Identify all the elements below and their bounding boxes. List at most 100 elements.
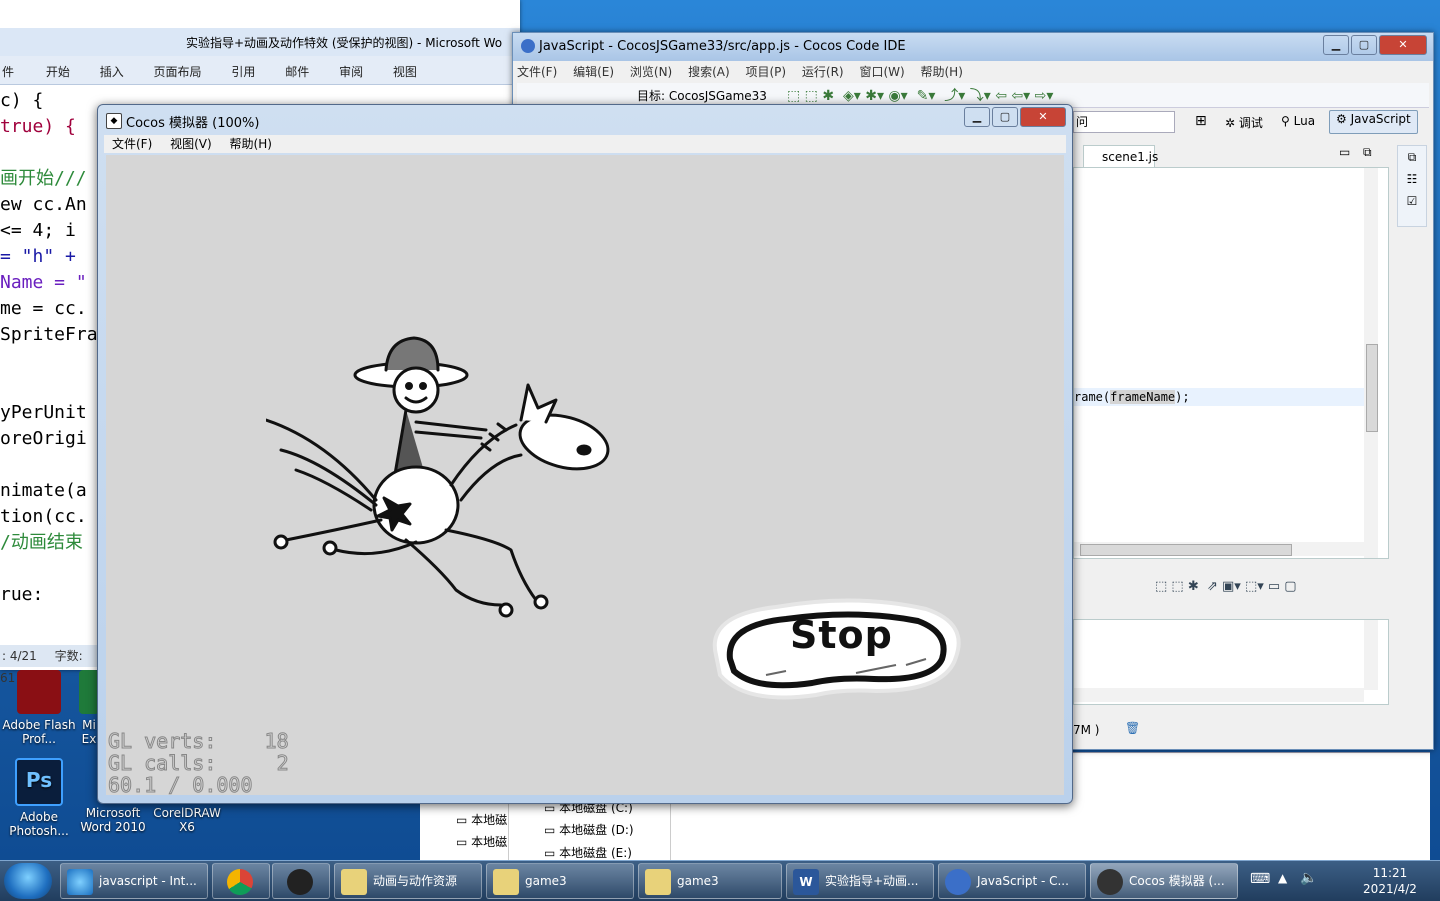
- ribbon-tab-mailings[interactable]: 邮件: [285, 63, 309, 80]
- ide-titlebar: JavaScript - CocosJSGame33/src/app.js - …: [513, 33, 1433, 61]
- clock-date: 2021/4/2: [1363, 882, 1417, 896]
- ribbon-tab-insert[interactable]: 插入: [100, 63, 124, 80]
- desktop-icon-label: Adobe Flash Prof...: [2, 718, 76, 746]
- game-canvas[interactable]: Stop GL verts: 18 GL calls: 2 60.1 / 0.000: [106, 155, 1064, 795]
- menu-edit[interactable]: 编辑(E): [573, 65, 614, 79]
- code-line: ew cc.An: [0, 194, 87, 215]
- tray-expand-icon[interactable]: ▲: [1278, 871, 1287, 885]
- menu-run[interactable]: 运行(R): [802, 65, 844, 79]
- taskbar-item-folder[interactable]: 动画与动作资源: [334, 863, 482, 899]
- maximize-button[interactable]: ▢: [992, 107, 1018, 127]
- clock[interactable]: 11:21 2021/4/2: [1350, 865, 1430, 897]
- vertical-scrollbar[interactable]: [1364, 620, 1378, 690]
- console-view[interactable]: [1073, 619, 1389, 705]
- code-line: <= 4; i: [0, 220, 76, 241]
- trash-icon[interactable]: 🗑: [1125, 721, 1140, 735]
- menu-navigate[interactable]: 浏览(N): [630, 65, 672, 79]
- nox-icon: [287, 868, 313, 895]
- taskbar-item-ide[interactable]: JavaScript - C...: [938, 863, 1086, 899]
- simulator-menubar: 文件(F) 视图(V) 帮助(H): [104, 135, 1066, 153]
- word-document-text: c) { true) { 画开始/// ew cc.An <= 4; i = "…: [0, 88, 100, 648]
- close-button[interactable]: ✕: [1020, 107, 1066, 127]
- taskbar-item-ie[interactable]: javascript - Int...: [60, 863, 208, 899]
- quick-access-input[interactable]: 问: [1073, 111, 1175, 133]
- volume-icon[interactable]: 🔈: [1300, 870, 1317, 886]
- cocos-ide-icon: [521, 39, 535, 53]
- taskbar-item-folder[interactable]: game3: [486, 863, 634, 899]
- outline-icon[interactable]: ⧉ ☷ ☑: [1398, 146, 1426, 212]
- folder-icon: [341, 868, 367, 895]
- ide-title: JavaScript - CocosJSGame33/src/app.js - …: [539, 39, 906, 54]
- keyboard-icon[interactable]: ⌨: [1250, 871, 1270, 887]
- editor-maximize-icon[interactable]: ⧉: [1363, 145, 1372, 160]
- code-line: Name = ": [0, 272, 87, 293]
- menu-search[interactable]: 搜索(A): [688, 65, 730, 79]
- menu-file[interactable]: 文件(F): [112, 137, 152, 151]
- taskbar-item-simulator[interactable]: Cocos 模拟器 (...: [1090, 863, 1238, 899]
- code-line: true) {: [0, 116, 76, 137]
- ie-icon: [67, 868, 93, 895]
- simulator-title: Cocos 模拟器 (100%): [126, 116, 260, 131]
- taskbar-item-folder[interactable]: game3: [638, 863, 782, 899]
- desktop-icon-label: Adobe Photosh...: [9, 810, 69, 838]
- vertical-scrollbar[interactable]: [1364, 168, 1378, 558]
- minimize-button[interactable]: ▁: [964, 107, 990, 127]
- editor-tab[interactable]: scene1.js: [1083, 145, 1158, 168]
- menu-view[interactable]: 视图(V): [170, 137, 212, 151]
- desktop-icon-label: Microsoft Word 2010: [80, 806, 146, 834]
- menu-file[interactable]: 文件(F): [517, 65, 557, 79]
- taskbar-item-nox[interactable]: [272, 863, 330, 899]
- ribbon-tab-review[interactable]: 审阅: [339, 63, 363, 80]
- open-perspective-icon[interactable]: ⊞: [1195, 113, 1207, 129]
- editor-minimize-icon[interactable]: ▭: [1339, 145, 1350, 159]
- drive-item[interactable]: ▭ 本地磁: [456, 811, 507, 828]
- minimize-button[interactable]: ▁: [1323, 35, 1349, 55]
- ide-menubar: 文件(F) 编辑(E) 浏览(N) 搜索(A) 项目(P) 运行(R) 窗口(W…: [517, 63, 1429, 83]
- menu-help[interactable]: 帮助(H): [230, 137, 272, 151]
- perspective-debug[interactable]: ✲ 调试: [1225, 114, 1263, 131]
- drive-item[interactable]: ▭ 本地磁: [456, 833, 507, 850]
- console-toolbar-icons[interactable]: ⬚ ⬚ ✱ ⇗ ▣▾ ⬚▾ ▭ ▢: [1155, 579, 1297, 594]
- taskbar-item-word[interactable]: W 实验指导+动画...: [786, 863, 934, 899]
- desktop-icon-label: CorelDRAW X6: [153, 806, 221, 834]
- taskbar-item-chrome[interactable]: [212, 863, 270, 899]
- ribbon-tab-home[interactable]: 开始: [46, 63, 70, 80]
- drive-d[interactable]: ▭ 本地磁盘 (D:): [544, 821, 634, 838]
- close-button[interactable]: ✕: [1379, 35, 1427, 55]
- desktop-icon-flash[interactable]: Adobe Flash Prof...: [0, 670, 78, 746]
- horizontal-scrollbar[interactable]: [1074, 688, 1364, 702]
- code-line: c) {: [0, 90, 44, 111]
- stop-button[interactable]: Stop: [706, 595, 964, 705]
- scrollbar-thumb[interactable]: [1366, 344, 1378, 432]
- code-line: /动画结束: [0, 532, 83, 553]
- perspective-lua[interactable]: ⚲ Lua: [1281, 114, 1315, 128]
- code-line: yPerUnit: [0, 402, 87, 423]
- maximize-button[interactable]: ▢: [1351, 35, 1377, 55]
- code-line: nimate(a: [0, 480, 87, 501]
- perspective-javascript[interactable]: ⚙ JavaScript: [1329, 110, 1418, 134]
- fps-stats: GL verts: 18 GL calls: 2 60.1 / 0.000: [108, 730, 290, 796]
- menu-help[interactable]: 帮助(H): [921, 65, 963, 79]
- code-line: me = cc.: [0, 298, 87, 319]
- code-line: 画开始///: [0, 168, 87, 189]
- desktop-icon-photoshop[interactable]: Ps Adobe Photosh...: [0, 758, 78, 838]
- toolbar-icons[interactable]: ⬚ ⬚ ✱ ◈▾ ✱▾ ◉▾ ✎▾ ⤴▾ ⤵▾ ⇦ ⇦▾ ⇨▾: [787, 85, 1053, 105]
- ribbon-tab-file[interactable]: 件: [2, 63, 14, 80]
- target-selector[interactable]: 目标: CocosJSGame33: [637, 87, 767, 104]
- excel-icon: [79, 670, 99, 714]
- ribbon-tab-references[interactable]: 引用: [231, 63, 255, 80]
- drive-e[interactable]: ▭ 本地磁盘 (E:): [544, 844, 632, 861]
- horizontal-scrollbar[interactable]: [1074, 542, 1364, 556]
- stats-calls: GL calls: 2: [108, 751, 290, 775]
- start-button[interactable]: [4, 863, 52, 899]
- code-editor[interactable]: rame(frameName);: [1073, 167, 1389, 559]
- menu-project[interactable]: 项目(P): [745, 65, 786, 79]
- cocos-sim-icon: ◆: [106, 113, 122, 129]
- scrollbar-thumb[interactable]: [1080, 544, 1292, 556]
- menu-window[interactable]: 窗口(W): [859, 65, 904, 79]
- ribbon-tab-view[interactable]: 视图: [393, 63, 417, 80]
- ribbon-tab-layout[interactable]: 页面布局: [154, 63, 202, 80]
